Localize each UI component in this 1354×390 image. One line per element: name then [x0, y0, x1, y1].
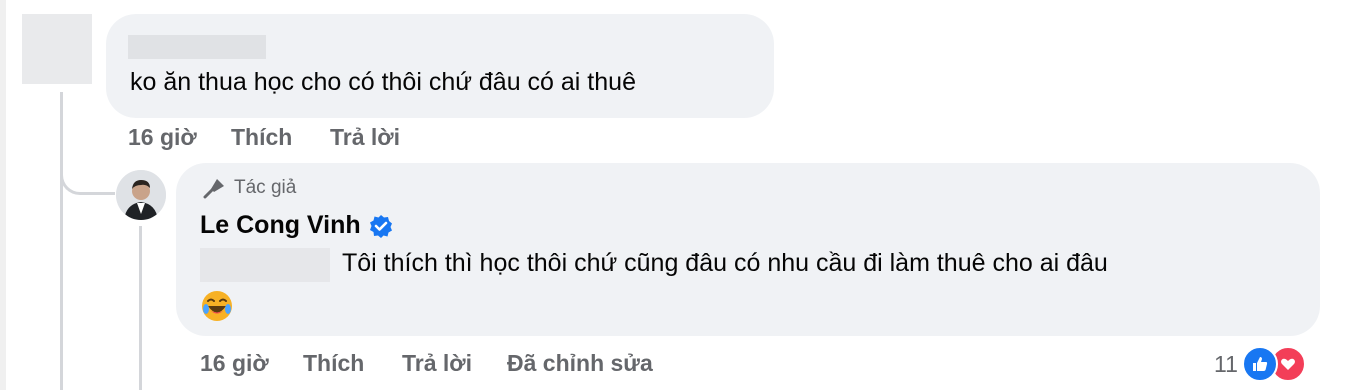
like-icon: [1241, 346, 1278, 382]
reply-comment-bubble: Tác giả Le Cong Vinh Tôi thích thì học t…: [176, 163, 1320, 336]
comment-text: ko ăn thua học cho có thôi chứ đâu có ai…: [130, 68, 636, 96]
comment-time[interactable]: 16 giờ: [128, 124, 197, 151]
avatar-photo-icon: [116, 170, 166, 220]
thread-elbow: [60, 150, 115, 195]
mention-redacted[interactable]: [200, 248, 330, 282]
reply-comment-text: Tôi thích thì học thôi chứ cũng đâu có n…: [342, 249, 1108, 277]
left-edge-strip: [0, 0, 6, 390]
reply-button[interactable]: Trả lời: [330, 124, 400, 151]
edited-label[interactable]: Đã chỉnh sửa: [507, 350, 653, 377]
author-badge: Tác giả: [202, 177, 296, 199]
reaction-count[interactable]: 11: [1214, 351, 1238, 378]
thread-line-reply: [139, 226, 142, 390]
author-name[interactable]: Le Cong Vinh: [200, 211, 393, 240]
commenter-name-redacted[interactable]: [128, 35, 266, 59]
verified-badge-icon: [369, 214, 392, 238]
laughing-emoji-icon: [202, 291, 232, 321]
avatar[interactable]: [116, 170, 166, 220]
comment-bubble: ko ăn thua học cho có thôi chứ đâu có ai…: [106, 14, 774, 118]
author-name-label[interactable]: Le Cong Vinh: [200, 211, 361, 240]
reply-like-button[interactable]: Thích: [303, 350, 364, 377]
avatar-redacted[interactable]: [22, 14, 92, 84]
microphone-icon: [203, 179, 224, 199]
reaction-summary[interactable]: 11: [1214, 346, 1306, 382]
thread-line: [60, 92, 63, 390]
author-badge-label: Tác giả: [234, 177, 297, 198]
like-button[interactable]: Thích: [231, 124, 292, 151]
reply-comment-time[interactable]: 16 giờ: [200, 350, 269, 377]
reply-reply-button[interactable]: Trả lời: [402, 350, 472, 377]
